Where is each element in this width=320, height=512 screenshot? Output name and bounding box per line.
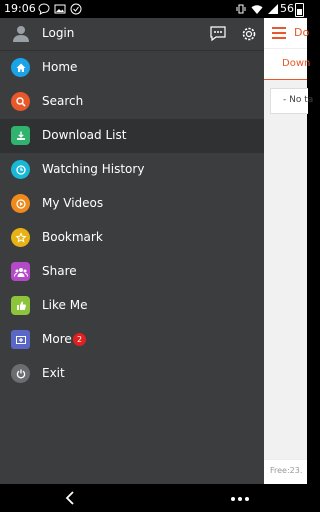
login-label[interactable]: Login bbox=[42, 26, 74, 40]
power-icon bbox=[11, 364, 30, 383]
menu-item-bookmark[interactable]: Bookmark bbox=[0, 221, 264, 255]
notification-badge: 2 bbox=[73, 333, 86, 346]
app-title: Do bbox=[294, 26, 310, 39]
more-dots-icon[interactable] bbox=[230, 496, 250, 502]
photo-icon bbox=[54, 4, 66, 14]
back-icon[interactable] bbox=[62, 490, 78, 506]
menu-item-download-list[interactable]: Download List bbox=[0, 119, 264, 153]
status-bar: 19:06 56 bbox=[0, 0, 307, 18]
menu-item-label: Home bbox=[42, 60, 78, 74]
free-space-text: Free:23. bbox=[270, 466, 303, 475]
system-nav-bar bbox=[0, 484, 307, 512]
more-box-icon bbox=[11, 330, 30, 349]
menu-item-label: Like Me bbox=[42, 298, 88, 312]
menu-item-share[interactable]: Share bbox=[0, 255, 264, 289]
drawer-header[interactable]: Login bbox=[0, 18, 264, 51]
signal-icon bbox=[268, 4, 278, 14]
menu-item-exit[interactable]: Exit bbox=[0, 357, 264, 391]
navigation-drawer: Login Home Search Download List Watching… bbox=[0, 18, 264, 484]
empty-task-card: - No ta bbox=[270, 88, 313, 114]
tab-downloads[interactable]: Down bbox=[264, 49, 311, 81]
download-icon bbox=[11, 126, 30, 145]
wifi-icon bbox=[251, 5, 263, 14]
menu-item-label: Watching History bbox=[42, 162, 145, 176]
status-time: 19:06 bbox=[4, 2, 36, 15]
play-icon bbox=[11, 194, 30, 213]
tab-label: Down bbox=[282, 58, 311, 69]
menu-item-label: Share bbox=[42, 264, 77, 278]
menu-item-watching-history[interactable]: Watching History bbox=[0, 153, 264, 187]
chat-bubble-icon bbox=[38, 3, 50, 15]
battery-icon bbox=[295, 3, 304, 17]
history-icon bbox=[11, 160, 30, 179]
battery-level: 56 bbox=[280, 2, 294, 15]
menu-item-like-me[interactable]: Like Me bbox=[0, 289, 264, 323]
menu-item-label: More bbox=[42, 332, 72, 346]
menu-item-search[interactable]: Search bbox=[0, 85, 264, 119]
share-people-icon bbox=[11, 262, 30, 281]
star-icon bbox=[11, 228, 30, 247]
menu-item-label: My Videos bbox=[42, 196, 104, 210]
drawer-menu: Home Search Download List Watching Histo… bbox=[0, 51, 264, 391]
thumbs-up-icon bbox=[11, 296, 30, 315]
avatar-icon[interactable] bbox=[11, 23, 31, 43]
app-content: - No ta bbox=[264, 80, 313, 460]
home-icon bbox=[11, 58, 30, 77]
empty-task-text: - No ta bbox=[283, 95, 314, 105]
menu-item-label: Download List bbox=[42, 128, 127, 142]
settings-icon[interactable] bbox=[240, 25, 258, 43]
menu-item-more[interactable]: More 2 bbox=[0, 323, 264, 357]
app-header: Do bbox=[264, 18, 310, 49]
menu-item-label: Bookmark bbox=[42, 230, 103, 244]
check-circle-icon bbox=[70, 3, 82, 15]
vibrate-icon bbox=[236, 4, 246, 14]
menu-item-home[interactable]: Home bbox=[0, 51, 264, 85]
message-icon[interactable] bbox=[209, 25, 227, 43]
menu-item-label: Exit bbox=[42, 366, 65, 380]
storage-footer: Free:23. bbox=[264, 459, 307, 484]
hamburger-menu-icon[interactable] bbox=[272, 27, 286, 39]
menu-item-my-videos[interactable]: My Videos bbox=[0, 187, 264, 221]
background-app-panel[interactable]: Do Down - No ta Free:23. bbox=[264, 18, 313, 484]
search-icon bbox=[11, 92, 30, 111]
menu-item-label: Search bbox=[42, 94, 84, 108]
